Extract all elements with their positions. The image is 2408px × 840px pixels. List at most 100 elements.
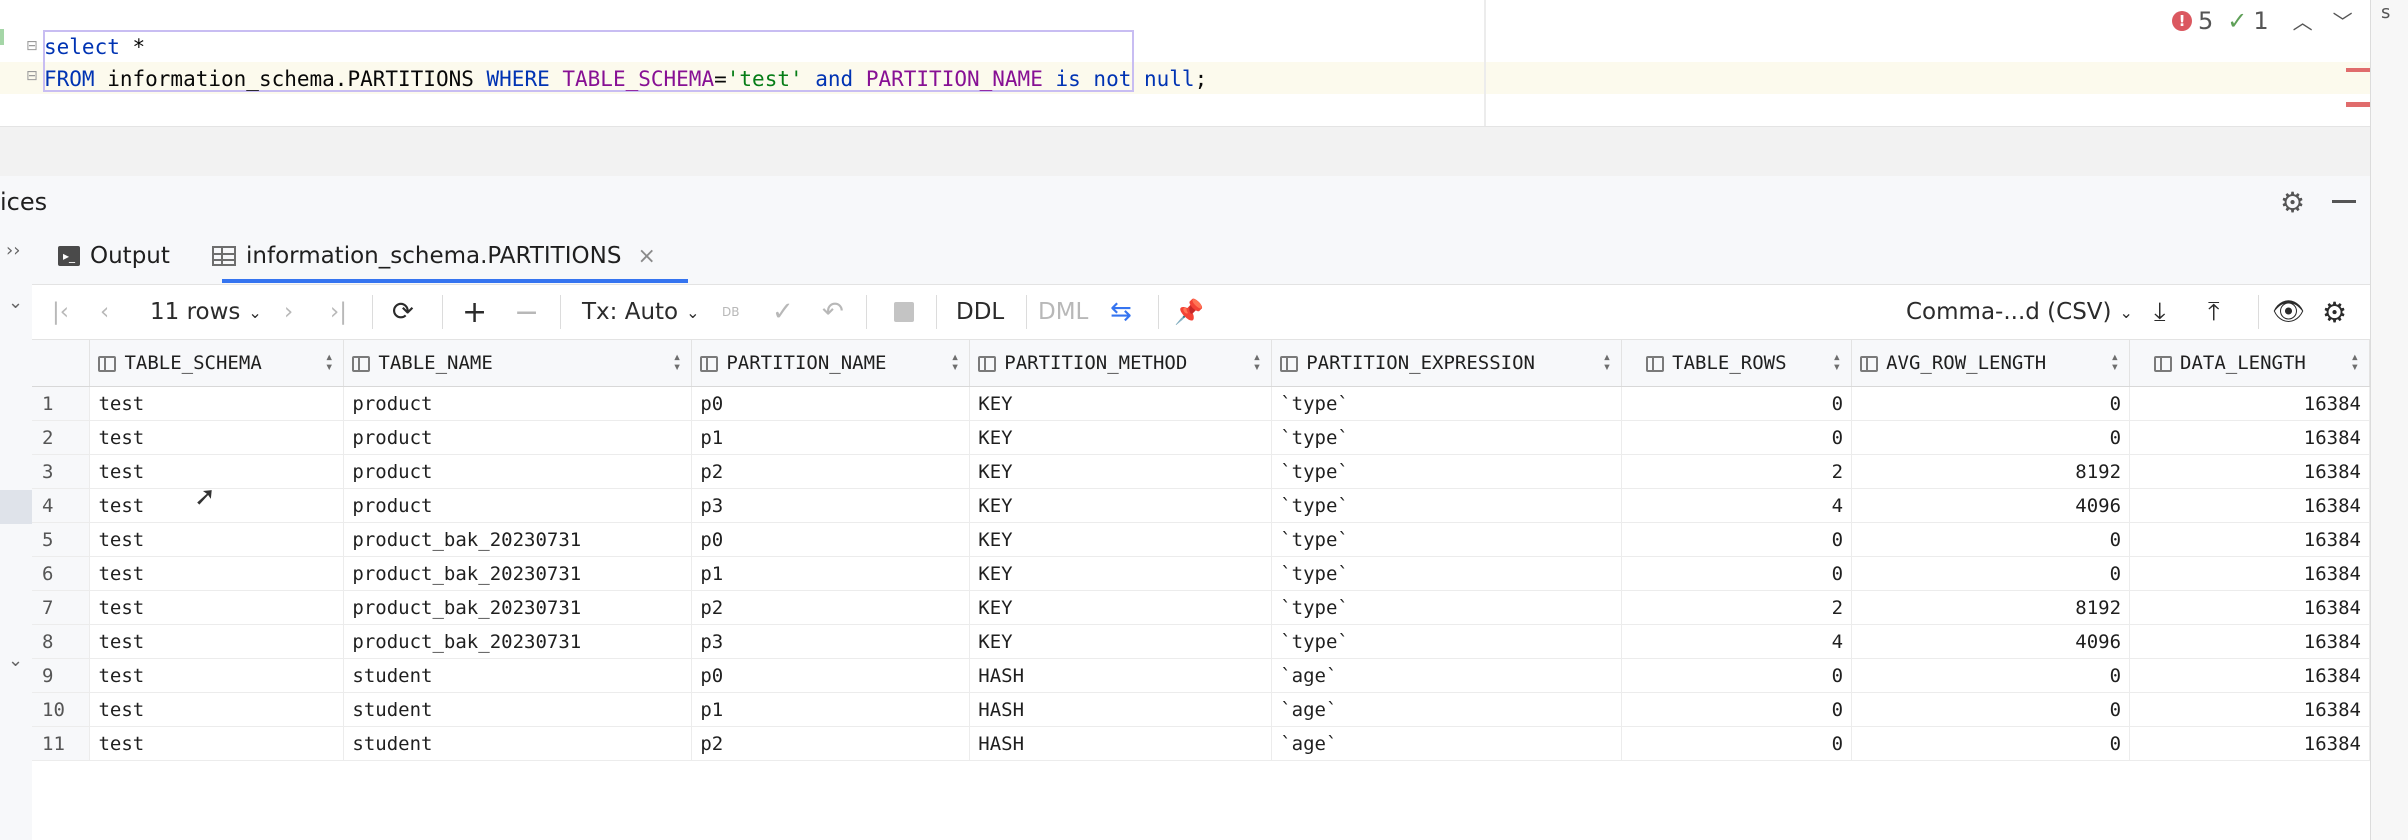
- table-cell[interactable]: p3: [691, 624, 971, 659]
- chevron-down-icon[interactable]: ⌄: [8, 292, 23, 313]
- table-cell[interactable]: 0: [1621, 556, 1853, 591]
- column-header[interactable]: PARTITION_NAME ▴ ▾: [691, 340, 971, 387]
- table-cell[interactable]: test: [89, 522, 345, 557]
- chevron-down-icon[interactable]: ⌄: [8, 650, 23, 671]
- table-cell[interactable]: 16384: [2129, 556, 2370, 591]
- table-cell[interactable]: 16384: [2129, 590, 2370, 625]
- table-cell[interactable]: 16384: [2129, 658, 2370, 693]
- fold-icon[interactable]: ⊟: [26, 38, 38, 54]
- table-row[interactable]: 4 test product p3 KEY `type` 4 4096 16384: [32, 488, 2370, 523]
- table-cell[interactable]: `type`: [1271, 488, 1623, 523]
- table-cell[interactable]: 0: [1851, 658, 2131, 693]
- column-header[interactable]: TABLE_NAME ▴ ▾: [343, 340, 693, 387]
- table-cell[interactable]: 4: [1621, 488, 1853, 523]
- table-cell[interactable]: product: [343, 454, 693, 489]
- table-cell[interactable]: `type`: [1271, 454, 1623, 489]
- close-icon[interactable]: ×: [637, 244, 655, 269]
- code-line-2[interactable]: FROM information_schema.PARTITIONS WHERE…: [44, 63, 1207, 95]
- upload-icon[interactable]: ⤒: [2208, 285, 2220, 339]
- pin-tab-icon[interactable]: 📌: [1174, 285, 1204, 339]
- table-cell[interactable]: 0: [1621, 692, 1853, 727]
- table-cell[interactable]: 0: [1851, 692, 2131, 727]
- table-cell[interactable]: 8192: [1851, 590, 2131, 625]
- table-cell[interactable]: 0: [1621, 726, 1853, 761]
- code-line-1[interactable]: select *: [44, 31, 145, 63]
- table-row[interactable]: 5 test product_bak_20230731 p0 KEY `type` 0 0 16…: [32, 522, 2370, 557]
- table-cell[interactable]: test: [89, 556, 345, 591]
- table-cell[interactable]: KEY: [969, 522, 1273, 557]
- table-cell[interactable]: p2: [691, 454, 971, 489]
- table-cell[interactable]: 16384: [2129, 522, 2370, 557]
- export-format-selector[interactable]: Comma-...d (CSV) ⌄: [1906, 285, 2133, 339]
- rollback-icon[interactable]: ↶: [822, 285, 844, 339]
- table-cell[interactable]: `type`: [1271, 624, 1623, 659]
- table-row[interactable]: 9 test student p0 HASH `age` 0 0 16384: [32, 658, 2370, 693]
- table-cell[interactable]: `type`: [1271, 386, 1623, 421]
- table-row[interactable]: 10 test student p1 HASH `age` 0 0 16384: [32, 692, 2370, 727]
- table-cell[interactable]: product_bak_20230731: [343, 590, 693, 625]
- next-page-icon[interactable]: ›: [284, 285, 293, 339]
- result-grid[interactable]: TABLE_SCHEMA ▴ ▾ TABLE_NAME ▴ ▾ PARTITION_NA…: [32, 340, 2370, 840]
- table-cell[interactable]: KEY: [969, 386, 1273, 421]
- table-cell[interactable]: test: [89, 692, 345, 727]
- first-page-icon[interactable]: |‹: [52, 285, 69, 339]
- table-cell[interactable]: HASH: [969, 692, 1273, 727]
- settings-icon[interactable]: ⚙: [2322, 285, 2347, 339]
- sort-icon[interactable]: ▴ ▾: [2351, 350, 2359, 374]
- table-cell[interactable]: p1: [691, 420, 971, 455]
- table-cell[interactable]: `type`: [1271, 522, 1623, 557]
- table-cell[interactable]: p2: [691, 726, 971, 761]
- table-cell[interactable]: HASH: [969, 726, 1273, 761]
- table-cell[interactable]: product_bak_20230731: [343, 624, 693, 659]
- table-cell[interactable]: 4096: [1851, 488, 2131, 523]
- table-cell[interactable]: test: [89, 726, 345, 761]
- tx-mode-selector[interactable]: Tx: Auto ⌄: [582, 285, 700, 339]
- table-row[interactable]: 1 test product p0 KEY `type` 0 0 16384: [32, 386, 2370, 421]
- table-cell[interactable]: 0: [1621, 522, 1853, 557]
- table-cell[interactable]: `type`: [1271, 556, 1623, 591]
- table-cell[interactable]: student: [343, 726, 693, 761]
- table-cell[interactable]: 0: [1851, 420, 2131, 455]
- last-page-icon[interactable]: ›|: [330, 285, 347, 339]
- table-cell[interactable]: student: [343, 692, 693, 727]
- table-cell[interactable]: 4096: [1851, 624, 2131, 659]
- table-row[interactable]: 3 test product p2 KEY `type` 2 8192 16384: [32, 454, 2370, 489]
- add-row-icon[interactable]: +: [462, 285, 487, 339]
- expand-panel-icon[interactable]: ››: [6, 240, 20, 261]
- previous-page-icon[interactable]: ‹: [100, 285, 109, 339]
- table-cell[interactable]: KEY: [969, 454, 1273, 489]
- table-row[interactable]: 7 test product_bak_20230731 p2 KEY `type` 2 819…: [32, 590, 2370, 625]
- table-cell[interactable]: 2: [1621, 454, 1853, 489]
- sort-icon[interactable]: ▴ ▾: [1253, 350, 1261, 374]
- tab-output[interactable]: ▸_ Output: [58, 228, 170, 284]
- table-cell[interactable]: 2: [1621, 590, 1853, 625]
- table-cell[interactable]: student: [343, 658, 693, 693]
- table-cell[interactable]: KEY: [969, 488, 1273, 523]
- table-cell[interactable]: KEY: [969, 590, 1273, 625]
- sort-icon[interactable]: ▴ ▾: [1603, 350, 1611, 374]
- table-cell[interactable]: 16384: [2129, 726, 2370, 761]
- column-header[interactable]: PARTITION_EXPRESSION ▴ ▾: [1271, 340, 1623, 387]
- table-cell[interactable]: 16384: [2129, 454, 2370, 489]
- column-header[interactable]: TABLE_ROWS ▴ ▾: [1621, 340, 1853, 387]
- table-cell[interactable]: 16384: [2129, 624, 2370, 659]
- minimize-icon[interactable]: [2332, 200, 2356, 203]
- table-cell[interactable]: product_bak_20230731: [343, 556, 693, 591]
- table-cell[interactable]: test: [89, 590, 345, 625]
- table-cell[interactable]: p3: [691, 488, 971, 523]
- table-cell[interactable]: 0: [1851, 726, 2131, 761]
- error-stripe-marker[interactable]: [2346, 68, 2372, 72]
- refresh-icon[interactable]: ⟳: [392, 285, 414, 339]
- table-cell[interactable]: 16384: [2129, 420, 2370, 455]
- dml-button[interactable]: DML: [1038, 285, 1088, 339]
- table-row[interactable]: 2 test product p1 KEY `type` 0 0 16384: [32, 420, 2370, 455]
- table-cell[interactable]: 0: [1621, 658, 1853, 693]
- sort-icon[interactable]: ▴ ▾: [2111, 350, 2119, 374]
- inspection-widget[interactable]: ! 5 ✓ 1 ︿ ﹀: [2172, 6, 2353, 35]
- table-cell[interactable]: 0: [1851, 556, 2131, 591]
- compare-icon[interactable]: ⇆: [1110, 285, 1132, 339]
- table-cell[interactable]: p0: [691, 522, 971, 557]
- sql-editor[interactable]: ⊟ ⊟ select * FROM information_schema.PAR…: [0, 0, 2372, 126]
- table-cell[interactable]: p0: [691, 658, 971, 693]
- table-cell[interactable]: `type`: [1271, 420, 1623, 455]
